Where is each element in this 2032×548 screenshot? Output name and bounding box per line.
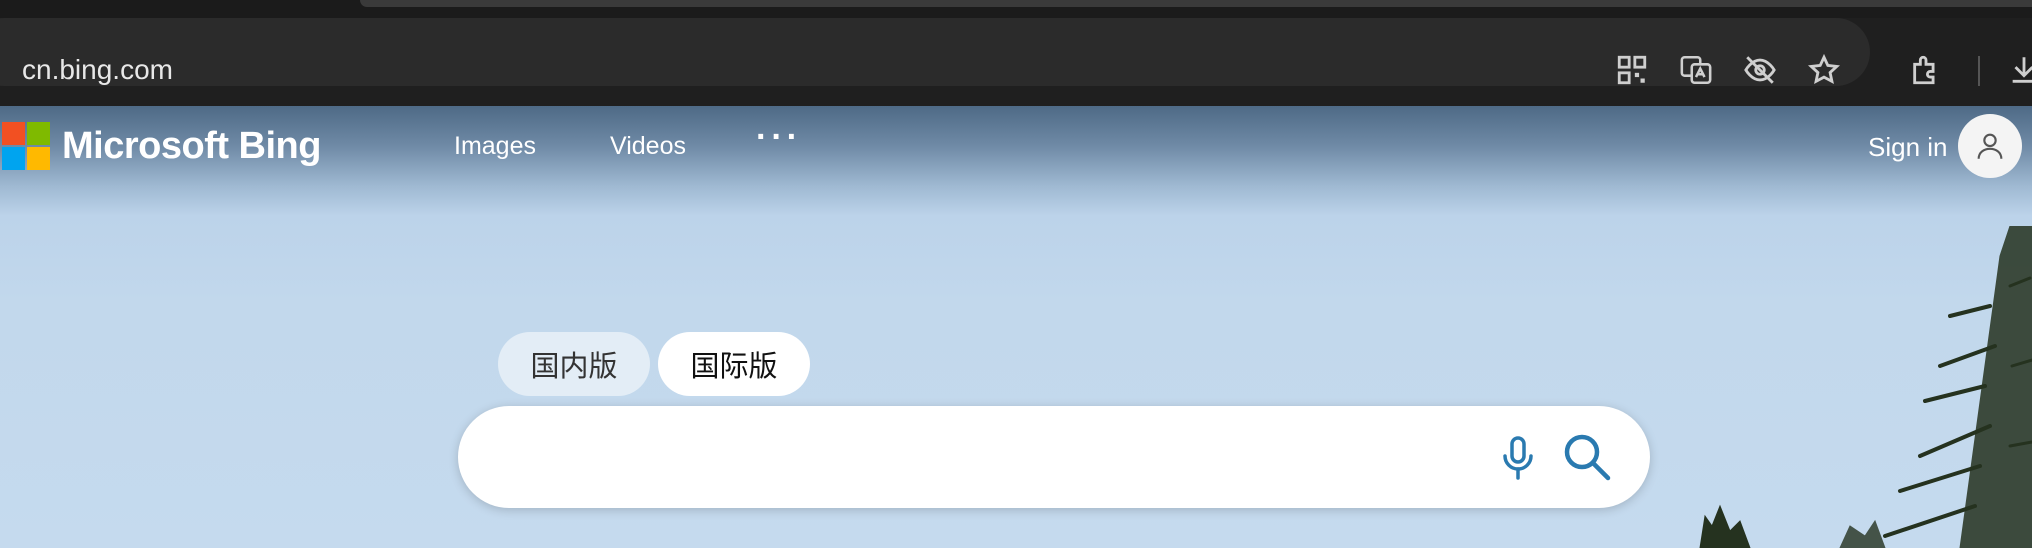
active-tab-edge xyxy=(360,0,2032,7)
region-tab-domestic[interactable]: 国内版 xyxy=(498,332,650,396)
browser-toolbar: cn.bing.com xyxy=(0,18,2032,106)
extensions-icon[interactable] xyxy=(1906,50,1946,90)
search-input[interactable] xyxy=(508,436,1462,478)
download-icon[interactable] xyxy=(2004,50,2032,90)
eye-off-icon[interactable] xyxy=(1740,50,1780,90)
search-box xyxy=(458,406,1650,508)
more-menu-button[interactable]: ··· xyxy=(756,118,802,157)
translate-icon[interactable] xyxy=(1676,50,1716,90)
microphone-icon[interactable] xyxy=(1490,430,1546,486)
toolbar-divider xyxy=(1978,56,1980,86)
url-text[interactable]: cn.bing.com xyxy=(22,53,173,87)
search-icon[interactable] xyxy=(1558,428,1616,486)
qr-code-icon[interactable] xyxy=(1612,50,1652,90)
browser-tab-strip xyxy=(0,0,2032,18)
sign-in-link[interactable]: Sign in xyxy=(1868,132,1948,163)
nav-videos-link[interactable]: Videos xyxy=(610,132,686,161)
nav-images-link[interactable]: Images xyxy=(454,132,536,161)
microsoft-logo-icon xyxy=(2,122,50,170)
bing-homepage: Microsoft Bing Images Videos ··· Sign in… xyxy=(0,106,2032,548)
bing-header: Microsoft Bing Images Videos ··· Sign in xyxy=(0,106,2032,186)
logo-text: Microsoft Bing xyxy=(62,124,321,167)
microsoft-bing-logo[interactable]: Microsoft Bing xyxy=(2,122,321,170)
region-tab-international[interactable]: 国际版 xyxy=(658,332,810,396)
background-trees xyxy=(1699,226,2032,548)
star-icon[interactable] xyxy=(1804,50,1844,90)
user-avatar-icon[interactable] xyxy=(1958,114,2022,178)
address-bar[interactable] xyxy=(0,18,1870,86)
